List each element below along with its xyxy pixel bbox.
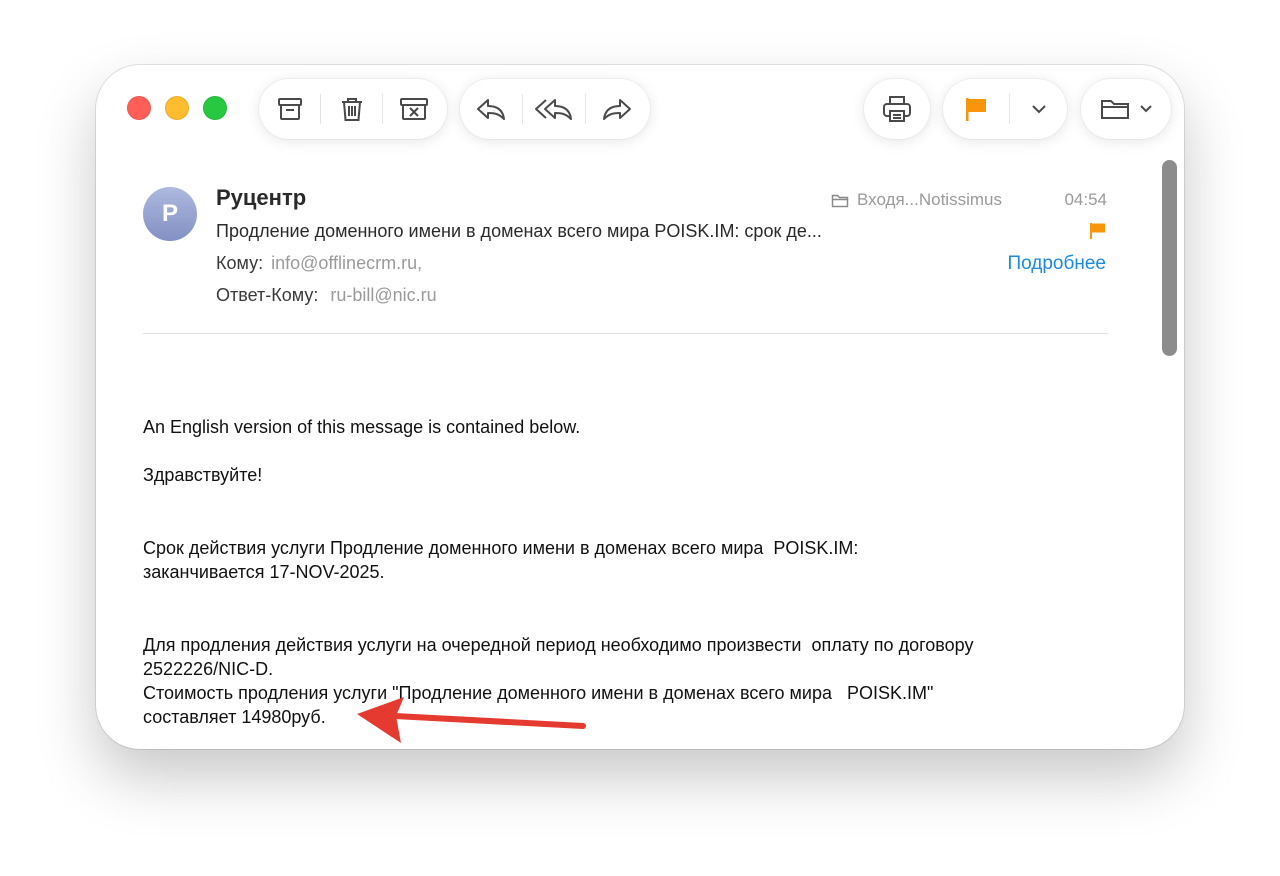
body-line-english-note: An English version of this message is co… bbox=[143, 417, 581, 437]
junk-icon bbox=[399, 98, 428, 120]
archive-icon bbox=[277, 98, 302, 120]
reply-to-row: Ответ-Кому: ru-bill@nic.ru bbox=[216, 285, 437, 306]
body-line-payment: Для продления действия услуги на очередн… bbox=[143, 635, 974, 679]
message-body: An English version of this message is co… bbox=[143, 415, 1123, 729]
flag-button[interactable] bbox=[943, 79, 1009, 139]
printer-icon bbox=[883, 96, 911, 122]
folder-icon bbox=[1101, 100, 1129, 119]
chevron-down-icon bbox=[1140, 105, 1152, 113]
minimize-window-button[interactable] bbox=[165, 96, 189, 120]
move-group bbox=[1081, 79, 1171, 139]
mailbox-actions-group bbox=[259, 79, 447, 139]
reply-button[interactable] bbox=[460, 79, 522, 139]
body-line-expiry: Срок действия услуги Продление доменного… bbox=[143, 538, 859, 582]
close-window-button[interactable] bbox=[127, 96, 151, 120]
reply-actions-group bbox=[460, 79, 650, 139]
archive-button[interactable] bbox=[259, 79, 320, 139]
reply-all-button[interactable] bbox=[523, 79, 585, 139]
forward-button[interactable] bbox=[586, 79, 648, 139]
body-line-price: Стоимость продления услуги "Продление до… bbox=[143, 683, 934, 727]
print-button[interactable] bbox=[864, 79, 930, 139]
forward-icon bbox=[603, 99, 631, 120]
scrollbar-thumb[interactable] bbox=[1162, 160, 1177, 356]
body-line-greeting: Здравствуйте! bbox=[143, 465, 263, 485]
sender-avatar: Р bbox=[143, 187, 197, 241]
junk-button[interactable] bbox=[383, 79, 444, 139]
message-time: 04:54 bbox=[1064, 190, 1107, 209]
window-controls bbox=[127, 96, 227, 120]
chevron-down-icon bbox=[1031, 105, 1046, 114]
move-to-folder-button[interactable] bbox=[1081, 79, 1171, 139]
to-label: Кому: bbox=[216, 253, 264, 273]
to-address[interactable]: info@offlinecrm.ru, bbox=[271, 253, 422, 273]
zoom-window-button[interactable] bbox=[203, 96, 227, 120]
message-subject: Продление доменного имени в доменах всег… bbox=[216, 221, 822, 241]
sender-name: Руцентр bbox=[216, 185, 307, 210]
reply-icon bbox=[477, 99, 505, 120]
delete-button[interactable] bbox=[321, 79, 382, 139]
folder-name: Входя...Notissimus bbox=[857, 190, 1002, 209]
trash-icon bbox=[341, 98, 362, 121]
flag-menu-button[interactable] bbox=[1010, 79, 1067, 139]
header-divider bbox=[143, 333, 1108, 334]
reply-to-address[interactable]: ru-bill@nic.ru bbox=[330, 285, 436, 305]
flag-icon bbox=[966, 98, 986, 121]
mail-window: Р Руцентр Входя...Notissimus 04:54 Продл… bbox=[96, 65, 1184, 749]
details-link[interactable]: Подробнее bbox=[1007, 253, 1106, 275]
flag-icon bbox=[1090, 223, 1105, 239]
to-row: Кому: info@offlinecrm.ru, bbox=[216, 253, 422, 274]
reply-to-label: Ответ-Кому: bbox=[216, 285, 319, 305]
flag-group bbox=[943, 79, 1067, 139]
folder-icon bbox=[831, 194, 849, 207]
print-group bbox=[864, 79, 930, 139]
mailbox-folder: Входя...Notissimus bbox=[831, 190, 1002, 210]
reply-all-icon bbox=[535, 99, 572, 120]
